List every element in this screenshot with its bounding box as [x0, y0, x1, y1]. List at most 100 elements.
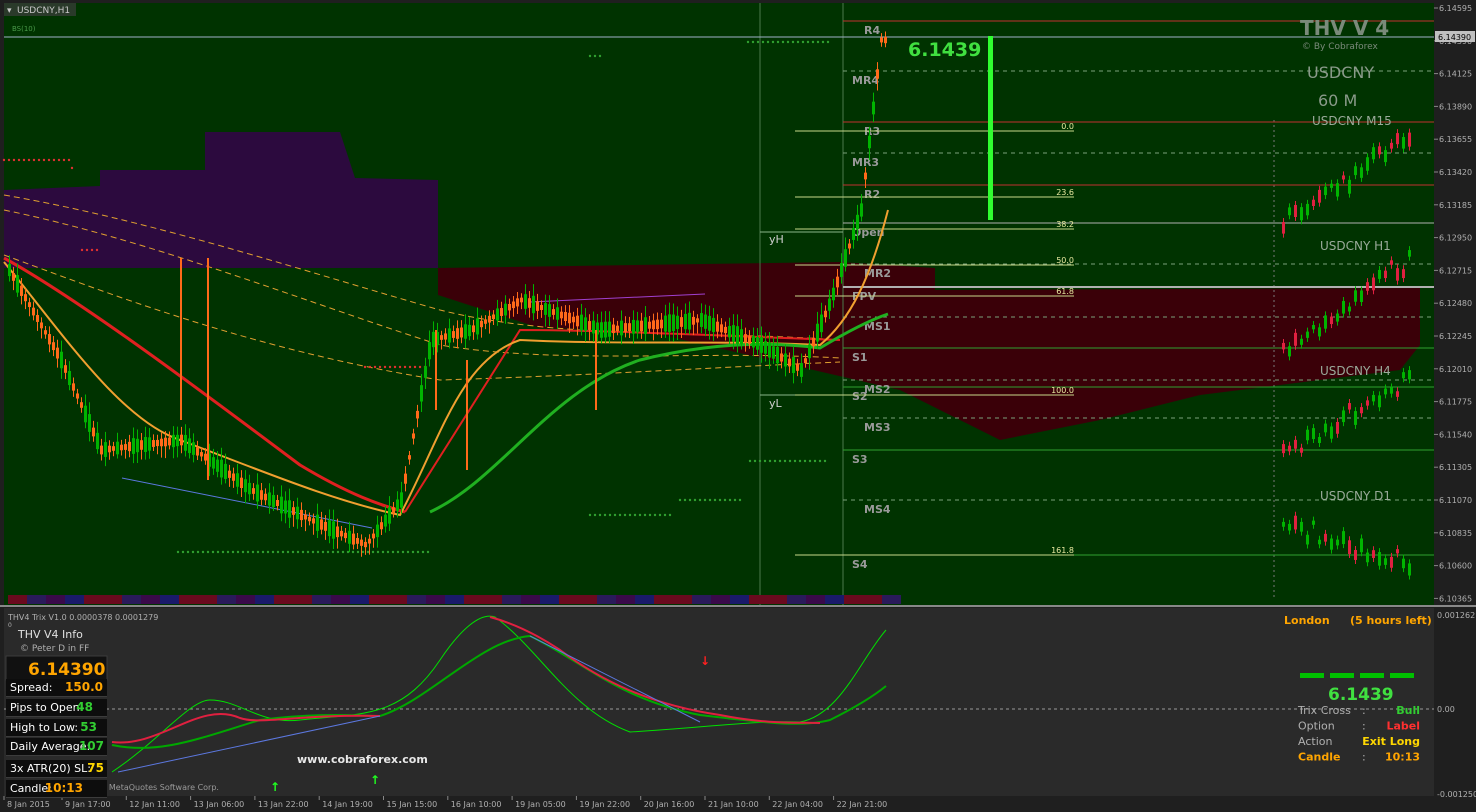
time-tick-label: 13 Jan 06:00: [194, 800, 245, 809]
indicator-window[interactable]: [4, 608, 1434, 796]
stop-dot: [613, 513, 617, 517]
stop-dot: [723, 498, 727, 502]
mini-candle-body: [1342, 410, 1345, 423]
stop-dot: [70, 166, 74, 170]
mini-candle-body: [1384, 150, 1387, 163]
mini-candle-body: [1372, 550, 1375, 558]
stop-dot: [376, 550, 380, 554]
info-row-daily-average: Daily Average: 107: [6, 738, 107, 756]
candle-body: [496, 308, 499, 321]
candle-body: [508, 303, 511, 311]
stop-dot: [306, 550, 310, 554]
pivot-label: MS4: [864, 503, 891, 516]
candle-body: [344, 532, 347, 539]
stop-dot: [756, 40, 760, 44]
candle-body: [40, 322, 43, 329]
candle-body: [464, 324, 467, 339]
candle-body: [672, 314, 675, 332]
buy-arrow-icon: ↑: [370, 773, 380, 787]
price-tick-label: 6.11305: [1439, 463, 1472, 472]
stop-dot: [766, 40, 770, 44]
signal-label: Option: [1298, 720, 1335, 733]
candle-body: [56, 347, 59, 359]
stop-dot: [85, 248, 89, 252]
mini-candle-body: [1372, 147, 1375, 160]
candle-body: [804, 358, 807, 364]
info-row-atr-sl: 3x ATR(20) SL: 75: [6, 760, 107, 778]
stop-dot: [406, 550, 410, 554]
symbol-tab-arrow[interactable]: ▾: [7, 6, 12, 16]
pivot-label: R4: [864, 24, 880, 37]
session-block: [350, 595, 369, 604]
stop-dot: [236, 550, 240, 554]
price-tick-label: 6.11775: [1439, 398, 1472, 407]
candle-body: [412, 433, 415, 439]
symbol-tab-label[interactable]: USDCNY,H1: [17, 6, 70, 16]
candle-body: [856, 214, 859, 230]
stop-dot: [783, 459, 787, 463]
candle-body: [872, 101, 875, 115]
session-block: [464, 595, 483, 604]
candle-body: [584, 317, 587, 331]
stop-dot: [413, 365, 417, 369]
stop-dot: [231, 550, 235, 554]
candle-body: [48, 334, 51, 345]
stop-dot: [758, 459, 762, 463]
candle-body: [528, 298, 531, 308]
candle-body: [356, 538, 359, 544]
candle-body: [36, 314, 39, 322]
mini-candle-body: [1318, 327, 1321, 337]
session-block: [179, 595, 198, 604]
stop-dot: [311, 550, 315, 554]
session-block: [122, 595, 141, 604]
stop-dot: [798, 459, 802, 463]
stop-dot: [366, 550, 370, 554]
session-block: [8, 595, 27, 604]
pivot-label: R2: [864, 188, 880, 201]
mini-candle-body: [1384, 558, 1387, 565]
candle-body: [588, 321, 591, 330]
mini-candle-body: [1360, 407, 1363, 414]
mini-candle-body: [1318, 189, 1321, 203]
info-row-pips-to-open: Pips to Open: 48: [6, 699, 107, 717]
fib-label: 38.2: [1056, 220, 1074, 229]
session-block: [635, 595, 654, 604]
candle-body: [88, 414, 91, 432]
candle-body: [680, 317, 683, 327]
stop-dot: [291, 550, 295, 554]
stop-dot: [653, 513, 657, 517]
mini-chart-title-m15: USDCNY M15: [1312, 114, 1392, 128]
pivot-label: S3: [852, 453, 868, 466]
stop-dot: [796, 40, 800, 44]
stop-dot: [216, 550, 220, 554]
candle-body: [380, 522, 383, 530]
candle-body: [144, 437, 147, 452]
session-block: [217, 595, 236, 604]
candle-body: [68, 370, 71, 386]
stop-dot: [688, 498, 692, 502]
candle-body: [728, 325, 731, 338]
mini-candle-body: [1330, 183, 1333, 188]
candle-body: [684, 313, 687, 330]
mini-candle-body: [1396, 549, 1399, 554]
stop-dot: [771, 40, 775, 44]
stop-dot: [618, 513, 622, 517]
pivot-label: MS3: [864, 421, 891, 434]
stop-dot: [733, 498, 737, 502]
trading-chart[interactable]: R4MR4R3MR3R2OpenMR2FPVMS1S1MS2S2MS3S3MS4…: [0, 0, 1476, 812]
candle-body: [716, 321, 719, 332]
stop-dot: [331, 550, 335, 554]
candle-body: [792, 356, 795, 374]
candle-body: [16, 275, 19, 293]
candle-body: [708, 315, 711, 331]
candle-body: [248, 482, 251, 495]
mini-candle-body: [1330, 538, 1333, 550]
stop-dot: [643, 513, 647, 517]
candle-body: [688, 312, 691, 330]
mini-candle-body: [1396, 133, 1399, 145]
mini-candle-body: [1384, 388, 1387, 395]
candle-body: [132, 438, 135, 454]
candle-body: [768, 342, 771, 358]
candle-body: [116, 441, 119, 455]
candle-body: [376, 524, 379, 538]
